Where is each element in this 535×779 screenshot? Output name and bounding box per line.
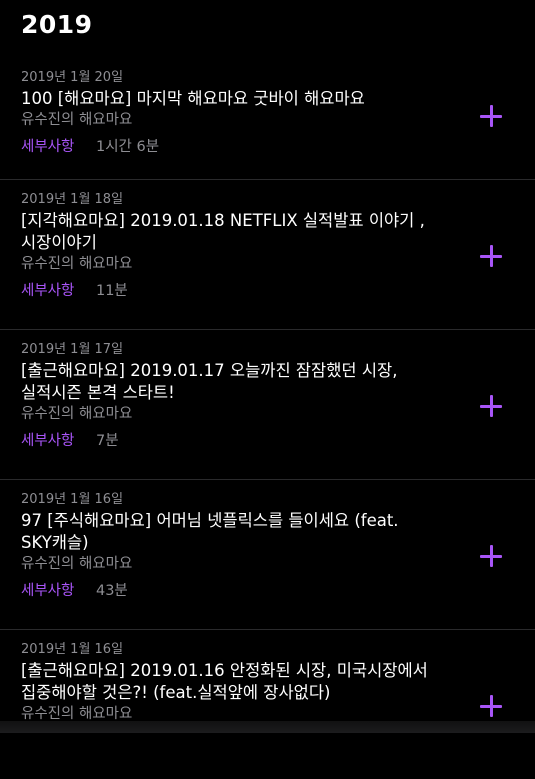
- episode-date: 2019년 1월 18일: [21, 192, 124, 207]
- episode-item[interactable]: 2019년 1월 17일 [출근해요마요] 2019.01.17 오늘까진 잠잠…: [0, 329, 535, 479]
- year-header: 2019: [21, 10, 93, 39]
- episode-meta: 세부사항 11분: [21, 281, 535, 301]
- episode-duration: 1시간 6분: [95, 139, 160, 155]
- add-episode-button[interactable]: [480, 105, 502, 127]
- episode-item[interactable]: 2019년 1월 16일 97 [주식해요마요] 어머님 넷플릭스를 들이세요 …: [0, 479, 535, 629]
- episode-duration: 43분: [95, 583, 128, 599]
- episode-title[interactable]: 100 [해요마요] 마지막 해요마요 굿바이 해요마요: [21, 88, 459, 110]
- episode-item[interactable]: 2019년 1월 16일 [출근해요마요] 2019.01.16 안정화된 시장…: [0, 629, 535, 779]
- podcast-name: 유수진의 해요마요: [21, 256, 133, 272]
- episode-item[interactable]: 2019년 1월 18일 [지각해요마요] 2019.01.18 NETFLIX…: [0, 179, 535, 329]
- episode-date: 2019년 1월 17일: [21, 342, 124, 357]
- details-link[interactable]: 세부사항: [21, 281, 74, 301]
- episode-date: 2019년 1월 20일: [21, 70, 124, 85]
- details-link[interactable]: 세부사항: [21, 137, 74, 157]
- episode-title[interactable]: 97 [주식해요마요] 어머님 넷플릭스를 들이세요 (feat. SKY캐슬): [21, 510, 459, 554]
- bottom-bar: [0, 721, 535, 733]
- add-episode-button[interactable]: [480, 395, 502, 417]
- episode-meta: 세부사항 7분: [21, 431, 535, 451]
- episode-title[interactable]: [출근해요마요] 2019.01.16 안정화된 시장, 미국시장에서 집중해야…: [21, 660, 459, 704]
- episode-title[interactable]: [지각해요마요] 2019.01.18 NETFLIX 실적발표 이야기 , 시…: [21, 210, 459, 254]
- episode-list: 2019년 1월 20일 100 [해요마요] 마지막 해요마요 굿바이 해요마…: [0, 58, 535, 779]
- add-episode-button[interactable]: [480, 695, 502, 717]
- episode-meta: 세부사항 1시간 6분: [21, 137, 535, 157]
- add-episode-button[interactable]: [480, 245, 502, 267]
- details-link[interactable]: 세부사항: [21, 431, 74, 451]
- podcast-name: 유수진의 해요마요: [21, 112, 133, 128]
- details-link[interactable]: 세부사항: [21, 581, 74, 601]
- episode-item[interactable]: 2019년 1월 20일 100 [해요마요] 마지막 해요마요 굿바이 해요마…: [0, 58, 535, 179]
- episode-date: 2019년 1월 16일: [21, 642, 124, 657]
- episode-meta: 세부사항 43분: [21, 581, 535, 601]
- episode-duration: 7분: [95, 433, 119, 449]
- episode-title[interactable]: [출근해요마요] 2019.01.17 오늘까진 잠잠했던 시장, 실적시즌 본…: [21, 360, 459, 404]
- episode-duration: 11분: [95, 283, 128, 299]
- add-episode-button[interactable]: [480, 545, 502, 567]
- episode-date: 2019년 1월 16일: [21, 492, 124, 507]
- podcast-name: 유수진의 해요마요: [21, 406, 133, 422]
- podcast-name: 유수진의 해요마요: [21, 556, 133, 572]
